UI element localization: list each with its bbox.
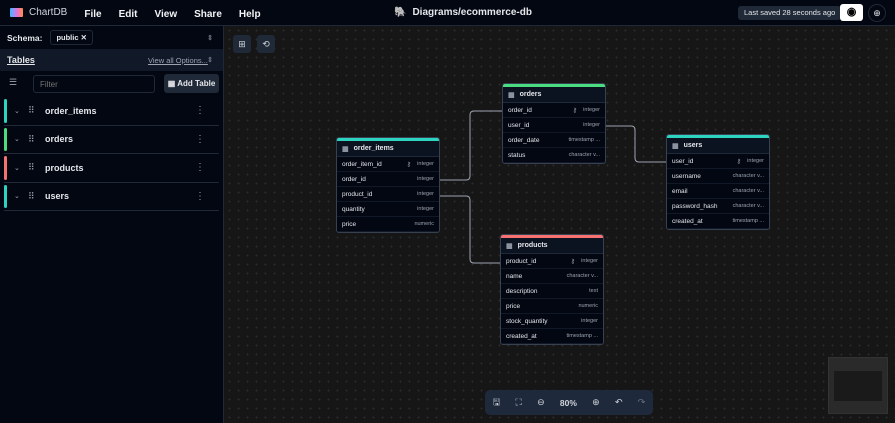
field-row[interactable]: created_at timestamp ... — [667, 214, 769, 229]
field-type: integer — [417, 206, 434, 212]
table-icon: ▦ — [508, 91, 515, 99]
minimap[interactable] — [828, 357, 888, 414]
field-type: integer — [747, 158, 764, 164]
table-node-products[interactable]: ▦ products product_id ⚷ integer name character… — [500, 234, 604, 345]
field-row[interactable]: order_id ⚷ integer — [503, 103, 605, 118]
table-node-users[interactable]: ▦ users user_id ⚷ integer username character v… — [666, 134, 770, 230]
field-type: text — [589, 288, 598, 294]
field-name: order_date — [508, 136, 540, 144]
relationship-edge[interactable] — [440, 110, 502, 181]
field-row[interactable]: description text — [501, 284, 603, 299]
field-type: integer — [581, 258, 598, 264]
field-name: created_at — [672, 217, 703, 225]
field-type: integer — [417, 176, 434, 182]
field-name: username — [672, 172, 701, 180]
key-icon: ⚷ — [572, 107, 577, 114]
field-row[interactable]: price numeric — [337, 217, 439, 232]
field-type: character v... — [568, 152, 600, 158]
field-type: timestamp ... — [732, 218, 764, 224]
key-icon: ⚷ — [406, 161, 411, 168]
field-name: description — [506, 287, 538, 295]
table-node-order_items[interactable]: ▦ order_items order_item_id ⚷ integer order_i… — [336, 137, 440, 233]
field-name: quantity — [342, 205, 365, 213]
field-name: status — [508, 151, 526, 159]
field-name: password_hash — [672, 202, 718, 210]
field-row[interactable]: created_at timestamp ... — [501, 329, 603, 344]
field-name: product_id — [342, 190, 373, 198]
fit-view-icon[interactable]: ⛶ — [516, 397, 522, 408]
field-row[interactable]: quantity integer — [337, 202, 439, 217]
field-row[interactable]: product_id ⚷ integer — [501, 254, 603, 269]
undo-icon[interactable]: ↶ — [615, 397, 623, 408]
field-type: integer — [581, 318, 598, 324]
table-title: users — [683, 142, 703, 149]
field-name: user_id — [672, 157, 694, 165]
zoom-in-icon[interactable]: ⊕ — [592, 397, 600, 408]
relationship-edge[interactable] — [440, 195, 500, 264]
field-type: numeric — [414, 221, 434, 227]
field-row[interactable]: username character v... — [667, 169, 769, 184]
key-icon: ⚷ — [570, 258, 575, 265]
field-name: order_id — [508, 106, 532, 114]
field-row[interactable]: status character v... — [503, 148, 605, 163]
field-type: timestamp ... — [568, 137, 600, 143]
field-type: integer — [417, 161, 434, 167]
field-type: numeric — [578, 303, 598, 309]
field-row[interactable]: order_item_id ⚷ integer — [337, 157, 439, 172]
field-name: email — [672, 187, 688, 195]
field-row[interactable]: user_id ⚷ integer — [667, 154, 769, 169]
field-name: price — [342, 220, 357, 228]
table-node-orders[interactable]: ▦ orders order_id ⚷ integer user_id integer ord… — [502, 83, 606, 164]
field-type: integer — [583, 107, 600, 113]
save-icon[interactable]: 🖫 — [493, 395, 501, 411]
field-type: timestamp ... — [566, 333, 598, 339]
field-row[interactable]: order_id integer — [337, 172, 439, 187]
field-name: stock_quantity — [506, 317, 548, 325]
field-type: character v... — [732, 173, 764, 179]
field-row[interactable]: email character v... — [667, 184, 769, 199]
field-name: user_id — [508, 121, 530, 129]
field-type: character v... — [732, 188, 764, 194]
field-row[interactable]: stock_quantity integer — [501, 314, 603, 329]
zoom-level: 80% — [559, 397, 577, 408]
table-header[interactable]: ▦ order_items — [337, 138, 439, 157]
field-row[interactable]: user_id integer — [503, 118, 605, 133]
table-title: order_items — [353, 145, 394, 152]
table-title: orders — [519, 91, 542, 98]
field-row[interactable]: password_hash character v... — [667, 199, 769, 214]
field-type: character v... — [566, 273, 598, 279]
key-icon: ⚷ — [736, 158, 741, 165]
field-row[interactable]: price numeric — [501, 299, 603, 314]
table-header[interactable]: ▦ users — [667, 135, 769, 154]
field-name: product_id — [506, 257, 537, 265]
zoom-toolbar: 🖫 ⛶ ⊖ 80% ⊕ ↶ ↷ — [485, 390, 653, 415]
field-type: integer — [583, 122, 600, 128]
table-title: products — [517, 242, 548, 249]
field-name: name — [506, 272, 523, 280]
field-type: character v... — [732, 203, 764, 209]
table-icon: ▦ — [672, 142, 679, 150]
table-icon: ▦ — [506, 242, 513, 250]
field-name: order_id — [342, 175, 366, 183]
field-row[interactable]: name character v... — [501, 269, 603, 284]
field-type: integer — [417, 191, 434, 197]
field-row[interactable]: product_id integer — [337, 187, 439, 202]
table-icon: ▦ — [342, 145, 349, 153]
field-row[interactable]: order_date timestamp ... — [503, 133, 605, 148]
redo-icon[interactable]: ↷ — [638, 397, 646, 408]
field-name: order_item_id — [342, 160, 382, 168]
field-name: created_at — [506, 332, 537, 340]
field-name: price — [506, 302, 521, 310]
table-header[interactable]: ▦ products — [501, 235, 603, 254]
table-header[interactable]: ▦ orders — [503, 84, 605, 103]
relationship-edge[interactable] — [606, 125, 666, 163]
zoom-out-icon[interactable]: ⊖ — [537, 397, 545, 408]
